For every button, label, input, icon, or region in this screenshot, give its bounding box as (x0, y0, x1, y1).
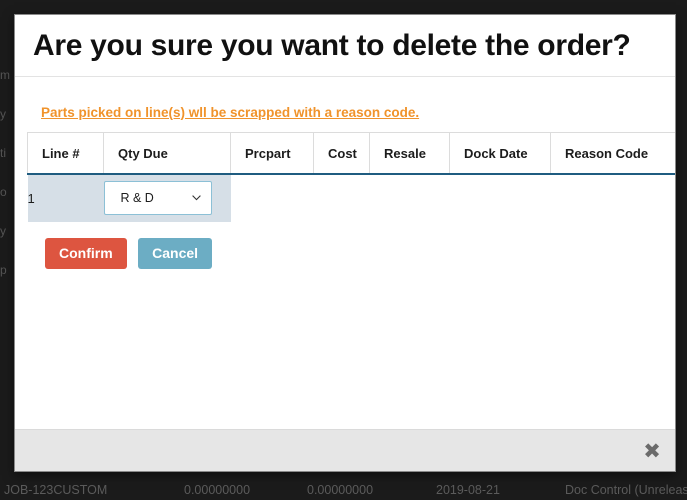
column-header-prcpart: Prcpart (230, 131, 314, 175)
table-row: 1 R & D (27, 173, 676, 222)
background-value-1: 0.00000000 (184, 483, 251, 497)
cancel-button[interactable]: Cancel (138, 237, 213, 269)
parts-table-body: 1 R & D (27, 173, 676, 222)
background-text-fragment: ti (0, 146, 6, 160)
cell-line-number: 1 (27, 173, 104, 222)
dialog-title: Are you sure you want to delete the orde… (33, 29, 631, 62)
reason-code-select-wrapper: R & D (103, 181, 212, 215)
column-header-dock-date: Dock Date (449, 131, 551, 175)
dialog-body: Parts picked on line(s) wll be scrapped … (15, 77, 675, 430)
cell-reason-code-select: R & D (103, 173, 231, 222)
background-text-fragment: p (0, 263, 7, 277)
background-status: Doc Control (Unreleas (565, 483, 687, 497)
column-header-resale: Resale (369, 131, 450, 175)
dialog-actions: Confirm Cancel (45, 237, 667, 269)
dialog-header: Are you sure you want to delete the orde… (15, 15, 675, 77)
background-left-column-fragments: m y ti o y p (0, 56, 14, 476)
delete-order-confirmation-dialog: Are you sure you want to delete the orde… (14, 14, 676, 472)
background-text-fragment: m (0, 68, 10, 82)
scrap-warning-message: Parts picked on line(s) wll be scrapped … (41, 104, 420, 120)
background-order-row: JOB-123CUSTOM 0.00000000 0.00000000 2019… (0, 480, 687, 500)
background-date: 2019-08-21 (436, 483, 500, 497)
column-header-reason-code: Reason Code (550, 131, 675, 175)
close-icon[interactable]: ✖ (641, 440, 663, 462)
cell-resale (370, 174, 450, 222)
background-value-2: 0.00000000 (307, 483, 374, 497)
parts-table-head: Line # Qty Due Prcpart Cost Resale Dock … (27, 131, 675, 175)
cell-cost (314, 174, 370, 222)
reason-code-select[interactable]: R & D (103, 181, 212, 215)
table-header-row: Line # Qty Due Prcpart Cost Resale Dock … (27, 131, 675, 175)
background-job-number: JOB-123CUSTOM (4, 483, 108, 497)
background-text-fragment: o (0, 185, 7, 199)
parts-table: Line # Qty Due Prcpart Cost Resale Dock … (27, 131, 676, 222)
column-header-cost: Cost (313, 131, 370, 175)
background-text-fragment: y (0, 107, 6, 121)
cell-dock-date (450, 174, 551, 222)
cell-prcpart (231, 174, 314, 222)
dialog-footer: ✖ (15, 429, 675, 471)
confirm-button[interactable]: Confirm (45, 237, 127, 269)
background-text-fragment: y (0, 224, 6, 238)
column-header-qty-due: Qty Due (103, 131, 231, 175)
cell-reason-code (551, 174, 676, 222)
column-header-line-number: Line # (27, 131, 104, 175)
